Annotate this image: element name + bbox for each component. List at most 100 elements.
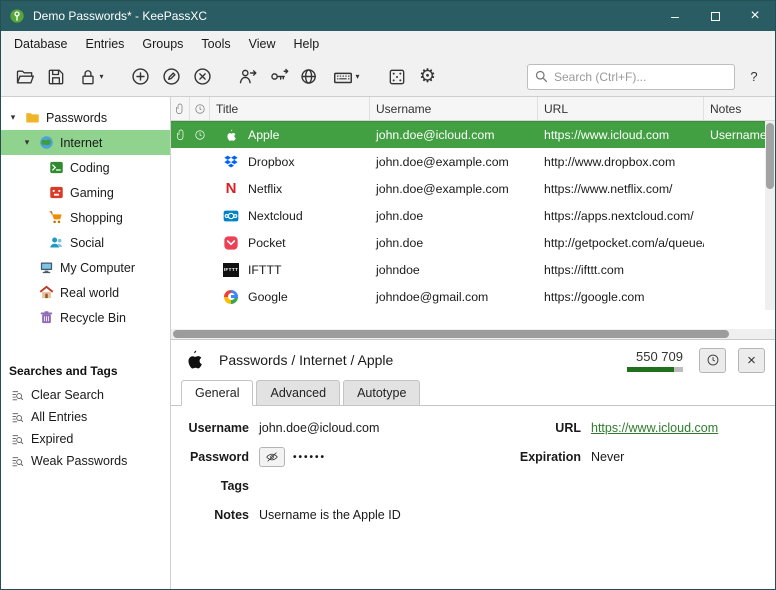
entry-username: john.doe [370,202,538,229]
tab-advanced[interactable]: Advanced [256,380,340,406]
countdown-progress-bar [627,367,683,372]
vertical-scrollbar[interactable] [765,121,775,310]
countdown-counter: 550 709 [627,349,683,372]
sidebar-item-internet[interactable]: ▾ Internet [1,130,170,155]
open-url-button[interactable] [294,62,325,92]
maximize-button[interactable] [695,1,735,31]
edit-entry-button[interactable] [156,62,187,92]
title-bar[interactable]: Demo Passwords* - KeePassXC – × [1,1,775,31]
terminal-icon [49,160,64,175]
menu-database[interactable]: Database [5,31,77,57]
sidebar-item-weak-passwords[interactable]: Weak Passwords [1,450,170,472]
group-label: My Computer [60,261,135,275]
table-row-ifttt[interactable]: IFTTT IFTTT johndoe https://ifttt.com [171,256,775,283]
chevron-down-icon: ▾ [99,72,103,81]
sidebar-item-passwords[interactable]: ▾ Passwords [1,105,170,130]
table-row-pocket[interactable]: Pocket john.doe http://getpocket.com/a/q… [171,229,775,256]
search-label: Weak Passwords [31,454,127,468]
entry-username: john.doe@icloud.com [370,122,538,148]
ifttt-icon: IFTTT [223,262,239,278]
computer-icon [39,260,54,275]
tags-label: Tags [187,479,249,493]
column-notes[interactable]: Notes [704,97,775,120]
tab-general[interactable]: General [181,380,253,406]
breadcrumb: Passwords / Internet / Apple [219,352,615,368]
sidebar-item-my-computer[interactable]: My Computer [1,255,170,280]
lock-database-button[interactable]: ▾ [71,62,111,92]
autotype-button[interactable]: ▾ [325,62,367,92]
timer-button[interactable] [699,348,726,373]
expiry-indicator [190,122,210,148]
menu-groups[interactable]: Groups [133,31,192,57]
menu-help[interactable]: Help [284,31,328,57]
save-database-button[interactable] [40,62,71,92]
menu-bar: Database Entries Groups Tools View Help [1,31,775,57]
search-box[interactable] [527,64,735,90]
clock-icon [194,103,206,115]
gear-icon: ⚙ [419,67,436,86]
minimize-button[interactable]: – [655,1,695,31]
user-arrow-icon [237,66,258,87]
group-label: Shopping [70,211,123,225]
settings-button[interactable]: ⚙ [412,62,443,92]
table-row-dropbox[interactable]: Dropbox john.doe@example.com http://www.… [171,148,775,175]
new-entry-button[interactable] [125,62,156,92]
search-list-icon [11,389,24,402]
entry-url: http://www.dropbox.com [538,148,704,175]
column-attachment[interactable] [171,97,190,120]
entry-title: Dropbox [248,155,294,169]
sidebar-item-clear-search[interactable]: Clear Search [1,384,170,406]
table-row-google[interactable]: Google johndoe@gmail.com https://google.… [171,283,775,310]
counter-value: 550 709 [627,349,683,364]
column-title[interactable]: Title [210,97,370,120]
toggle-password-visibility-button[interactable] [259,447,285,467]
column-expiry[interactable] [190,97,210,120]
copy-username-button[interactable] [232,62,263,92]
horizontal-scrollbar[interactable] [171,329,775,339]
table-row-apple[interactable]: Apple john.doe@icloud.com https://www.ic… [171,121,775,148]
menu-tools[interactable]: Tools [192,31,239,57]
table-row-nextcloud[interactable]: Nextcloud john.doe https://apps.nextclou… [171,202,775,229]
searches-and-tags-header: Searches and Tags [1,358,170,384]
sidebar-item-coding[interactable]: Coding [1,155,170,180]
keepassxc-app-icon [9,8,25,24]
tab-autotype[interactable]: Autotype [343,380,420,406]
nextcloud-icon [223,208,239,224]
preview-tabs: General Advanced Autotype [171,380,775,406]
delete-entry-button[interactable] [187,62,218,92]
sidebar-item-real-world[interactable]: Real world [1,280,170,305]
sidebar-item-shopping[interactable]: Shopping [1,205,170,230]
expander-icon[interactable]: ▾ [7,112,19,123]
sidebar-item-expired[interactable]: Expired [1,428,170,450]
table-row-netflix[interactable]: N Netflix john.doe@example.com https://w… [171,175,775,202]
keyboard-icon [332,66,354,88]
vertical-scrollbar-thumb[interactable] [766,123,774,189]
search-input[interactable] [554,70,728,84]
password-generator-button[interactable] [381,62,412,92]
close-preview-button[interactable]: × [738,348,765,373]
table-header: Title Username URL Notes [171,97,775,121]
close-button[interactable]: × [735,1,775,31]
expander-icon[interactable]: ▾ [21,137,33,148]
entry-url-link[interactable]: https://www.icloud.com [591,421,718,435]
open-database-button[interactable] [9,62,40,92]
group-label: Coding [70,161,110,175]
entry-url: https://apps.nextcloud.com/ [538,202,704,229]
sidebar-item-all-entries[interactable]: All Entries [1,406,170,428]
horizontal-scrollbar-thumb[interactable] [173,330,729,338]
lock-icon [78,67,98,87]
menu-entries[interactable]: Entries [77,31,134,57]
sidebar-item-gaming[interactable]: Gaming [1,180,170,205]
globe-icon [39,135,54,150]
sidebar-item-social[interactable]: Social [1,230,170,255]
main-area: ▾ Passwords ▾ Internet Coding Gaming Sho… [1,97,775,589]
entry-table: Title Username URL Notes [171,97,775,339]
sidebar-item-recycle-bin[interactable]: Recycle Bin [1,305,170,330]
keepassxc-window: Demo Passwords* - KeePassXC – × Database… [0,0,776,590]
column-url[interactable]: URL [538,97,704,120]
copy-password-button[interactable] [263,62,294,92]
menu-view[interactable]: View [240,31,285,57]
column-username[interactable]: Username [370,97,538,120]
help-button[interactable]: ? [741,64,767,90]
entry-username: johndoe@gmail.com [370,283,538,310]
